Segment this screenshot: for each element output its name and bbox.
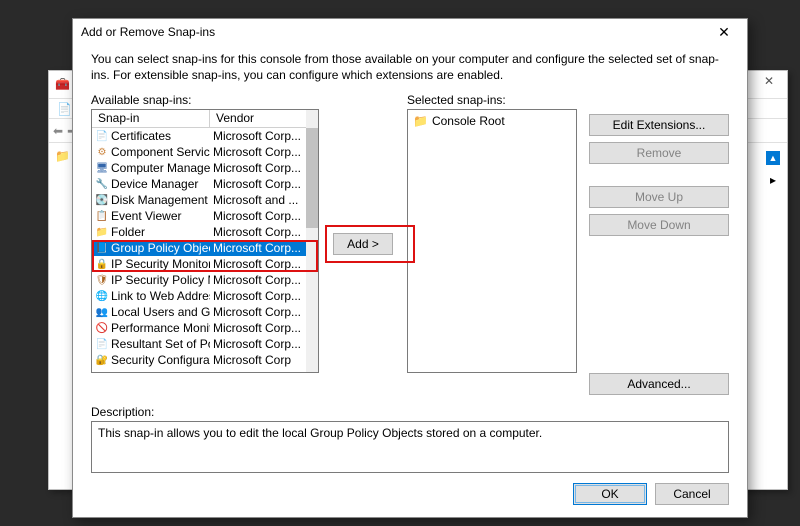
snapin-icon: 🚫 — [95, 321, 109, 335]
snapin-name: Performance Monitor — [111, 321, 210, 335]
snapin-icon: 📘 — [95, 241, 109, 255]
snapin-row[interactable]: 📄Certificates Microsoft Corp... — [92, 128, 306, 144]
snapin-vendor: Microsoft Corp... — [210, 225, 306, 239]
console-root-label: Console Root — [432, 114, 505, 128]
cancel-button[interactable]: Cancel — [655, 483, 729, 505]
snapin-name: Component Services — [111, 145, 210, 159]
snapin-row[interactable]: 🛡IP Security Policy Ma...Microsoft Corp.… — [92, 272, 306, 288]
snapin-vendor: Microsoft Corp... — [210, 145, 306, 159]
snapin-icon: 💽 — [95, 193, 109, 207]
snapin-name: Group Policy Object ... — [111, 241, 210, 255]
mmc-icon: 🧰 — [55, 77, 71, 93]
snapin-row[interactable]: 📘Group Policy Object ...Microsoft Corp..… — [92, 240, 306, 256]
move-up-button[interactable]: Move Up — [589, 186, 729, 208]
snapin-vendor: Microsoft Corp... — [210, 305, 306, 319]
snapin-name: IP Security Policy Ma... — [111, 273, 210, 287]
remove-button[interactable]: Remove — [589, 142, 729, 164]
scrollbar[interactable] — [306, 110, 318, 372]
add-remove-snapins-dialog: Add or Remove Snap-ins ✕ You can select … — [72, 18, 748, 518]
dialog-titlebar: Add or Remove Snap-ins ✕ — [73, 19, 747, 45]
snapin-name: Certificates — [111, 129, 171, 143]
snapin-icon: 🔐 — [95, 353, 109, 367]
snapin-icon: 🔒 — [95, 257, 109, 271]
snapin-vendor: Microsoft Corp... — [210, 161, 306, 175]
snapin-vendor: Microsoft Corp... — [210, 177, 306, 191]
snapin-icon: 📄 — [95, 337, 109, 351]
scrollbar-thumb[interactable] — [306, 128, 318, 228]
snapin-row[interactable]: 💽Disk ManagementMicrosoft and ... — [92, 192, 306, 208]
snapin-icon: 📄 — [95, 129, 109, 143]
snapin-vendor: Microsoft Corp... — [210, 129, 306, 143]
ok-button[interactable]: OK — [573, 483, 647, 505]
advanced-button[interactable]: Advanced... — [589, 373, 729, 395]
snapin-name: Folder — [111, 225, 145, 239]
snapin-vendor: Microsoft Corp... — [210, 289, 306, 303]
snapin-name: Device Manager — [111, 177, 198, 191]
bg-actions-pane-edge: ▲ ▸ — [765, 151, 781, 187]
col-snapin[interactable]: Snap-in — [92, 110, 210, 127]
file-icon: 📄 — [57, 102, 72, 116]
snapin-vendor: Microsoft Corp... — [210, 273, 306, 287]
snapin-name: Link to Web Address — [111, 289, 210, 303]
list-header: Snap-in Vendor — [92, 110, 318, 128]
snapin-row[interactable]: 🔐Security ConfiguratioMicrosoft Corp — [92, 352, 306, 368]
dialog-footer: OK Cancel — [73, 473, 747, 517]
bg-close-icon[interactable]: ✕ — [757, 74, 781, 95]
snapin-row[interactable]: 🔒IP Security MonitorMicrosoft Corp... — [92, 256, 306, 272]
snapin-vendor: Microsoft Corp... — [210, 257, 306, 271]
snapin-vendor: Microsoft Corp... — [210, 337, 306, 351]
snapin-vendor: Microsoft Corp... — [210, 321, 306, 335]
dialog-instruction: You can select snap-ins for this console… — [73, 45, 747, 93]
folder-icon: 📁 — [55, 149, 70, 163]
snapin-row[interactable]: 🌐Link to Web AddressMicrosoft Corp... — [92, 288, 306, 304]
snapin-vendor: Microsoft Corp... — [210, 241, 306, 255]
snapin-vendor: Microsoft Corp... — [210, 209, 306, 223]
snapin-vendor: Microsoft and ... — [210, 193, 306, 207]
selected-label: Selected snap-ins: — [407, 93, 577, 107]
dialog-title: Add or Remove Snap-ins — [81, 25, 215, 39]
snapin-icon: 🖥 — [95, 161, 109, 175]
move-down-button[interactable]: Move Down — [589, 214, 729, 236]
snapin-icon: ⚙ — [95, 145, 109, 159]
description-text: This snap-in allows you to edit the loca… — [91, 421, 729, 473]
snapin-icon: 🛡 — [95, 273, 109, 287]
selected-snapins-list[interactable]: 📁 Console Root — [407, 109, 577, 373]
snapin-row[interactable]: 🚫Performance MonitorMicrosoft Corp... — [92, 320, 306, 336]
available-snapins-list[interactable]: Snap-in Vendor 📄CertificatesMicrosoft Co… — [91, 109, 319, 373]
folder-icon: 📁 — [413, 114, 428, 128]
description-label: Description: — [91, 405, 729, 419]
snapin-row[interactable]: ⚙Component ServicesMicrosoft Corp... — [92, 144, 306, 160]
snapin-row[interactable]: 👥Local Users and Gro...Microsoft Corp... — [92, 304, 306, 320]
snapin-name: Security Configuratio — [111, 353, 210, 367]
snapin-icon: 📋 — [95, 209, 109, 223]
snapin-icon: 🔧 — [95, 177, 109, 191]
available-label: Available snap-ins: — [91, 93, 319, 107]
collapse-up-icon[interactable]: ▲ — [766, 151, 780, 165]
snapin-row[interactable]: 📋Event Viewer Microsoft Corp... — [92, 208, 306, 224]
snapin-row[interactable]: 📁Folder Microsoft Corp... — [92, 224, 306, 240]
snapin-row[interactable]: 📄Resultant Set of PolicyMicrosoft Corp..… — [92, 336, 306, 352]
snapin-icon: 📁 — [95, 225, 109, 239]
snapin-row[interactable]: 🔧Device Manager Microsoft Corp... — [92, 176, 306, 192]
snapin-name: Local Users and Gro... — [111, 305, 210, 319]
snapin-name: Computer Managem... — [111, 161, 210, 175]
col-vendor[interactable]: Vendor — [210, 110, 318, 127]
nav-back-icon[interactable]: ⬅ — [53, 124, 63, 138]
close-button[interactable]: ✕ — [709, 24, 739, 41]
edit-extensions-button[interactable]: Edit Extensions... — [589, 114, 729, 136]
snapin-name: Event Viewer — [111, 209, 181, 223]
snapin-vendor: Microsoft Corp — [210, 353, 306, 367]
snapin-row[interactable]: 🖥Computer Managem...Microsoft Corp... — [92, 160, 306, 176]
add-button[interactable]: Add > — [333, 233, 393, 255]
snapin-icon: 🌐 — [95, 289, 109, 303]
snapin-icon: 👥 — [95, 305, 109, 319]
chevron-right-icon[interactable]: ▸ — [770, 173, 776, 187]
snapin-name: Disk Management — [111, 193, 208, 207]
snapin-name: IP Security Monitor — [111, 257, 210, 271]
snapin-name: Resultant Set of Policy — [111, 337, 210, 351]
console-root-item[interactable]: 📁 Console Root — [411, 113, 573, 129]
